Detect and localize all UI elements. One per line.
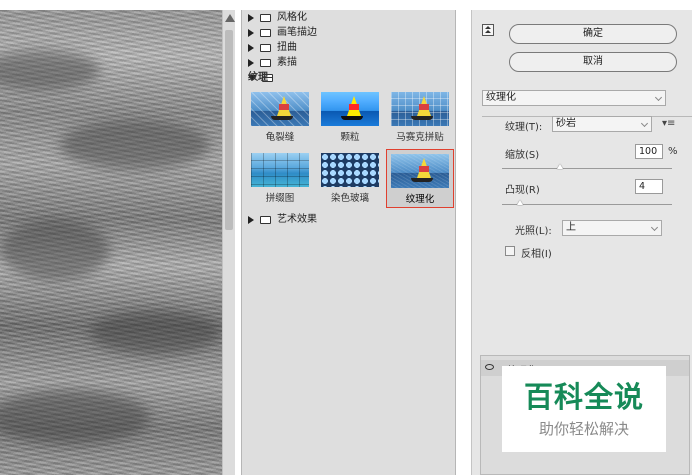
scaling-slider[interactable] — [502, 164, 672, 169]
texture-label: 纹理(T): — [505, 122, 543, 133]
folder-icon — [260, 58, 271, 67]
ok-button[interactable]: 确定 — [509, 24, 677, 44]
scaling-slider-knob[interactable] — [557, 164, 563, 169]
filter-gallery: 风格化 画笔描边 扭曲 素描 纹理 龟裂缝 颗粒 马赛克拼贴 拼缀图 染色玻璃 … — [241, 10, 456, 475]
thumb-label: 纹理化 — [405, 194, 435, 205]
scroll-up-icon[interactable] — [225, 14, 235, 22]
expand-arrow-icon — [248, 13, 254, 22]
category-label: 纹理 — [248, 72, 268, 83]
craquelure-preview — [251, 92, 309, 126]
category-label: 风格化 — [277, 12, 307, 23]
thumb-label: 拼缀图 — [265, 193, 295, 204]
thumb-label: 马赛克拼贴 — [396, 132, 444, 143]
texture-shadow — [60, 120, 210, 170]
thumb-mosaic-tiles[interactable]: 马赛克拼贴 — [386, 88, 454, 147]
category-label: 艺术效果 — [277, 214, 317, 225]
category-artistic[interactable]: 艺术效果 — [242, 212, 455, 227]
folder-icon — [260, 215, 271, 224]
expand-arrow-icon — [248, 28, 254, 37]
expand-arrow-icon — [248, 215, 254, 224]
preview-scrollbar[interactable] — [222, 10, 235, 475]
grain-preview — [321, 92, 379, 126]
texture-thumbnails: 龟裂缝 颗粒 马赛克拼贴 拼缀图 染色玻璃 纹理化 — [242, 85, 455, 210]
patchwork-preview — [251, 153, 309, 187]
thumb-craquelure[interactable]: 龟裂缝 — [246, 88, 314, 147]
mosaic-tiles-preview — [391, 92, 449, 126]
thumb-label: 染色玻璃 — [330, 193, 369, 204]
folder-icon — [260, 28, 271, 37]
expand-arrow-icon — [248, 58, 254, 67]
category-label: 画笔描边 — [277, 27, 317, 38]
texture-shadow — [0, 220, 110, 280]
thumb-label: 颗粒 — [340, 132, 360, 143]
chevron-down-icon — [650, 223, 659, 232]
folder-icon — [260, 13, 271, 22]
thumb-patchwork[interactable]: 拼缀图 — [246, 149, 314, 208]
category-sketch[interactable]: 素描 — [242, 55, 455, 70]
light-select[interactable]: 上 — [562, 220, 662, 236]
category-label: 素描 — [277, 57, 297, 68]
thumb-texturizer[interactable]: 纹理化 — [386, 149, 454, 208]
scaling-label: 缩放(S) — [505, 150, 540, 161]
category-texture[interactable]: 纹理 — [242, 70, 455, 85]
stained-glass-preview — [321, 153, 379, 187]
category-distort[interactable]: 扭曲 — [242, 40, 455, 55]
scroll-thumb[interactable] — [225, 30, 233, 230]
texture-shadow — [0, 390, 150, 445]
collapse-gallery-icon[interactable] — [482, 24, 494, 36]
watermark-subtitle: 助你轻松解决 — [538, 419, 629, 438]
texturizer-preview — [391, 154, 449, 188]
invert-checkbox[interactable] — [505, 246, 515, 256]
expand-arrow-icon — [248, 43, 254, 52]
filter-select[interactable]: 纹理化 — [482, 90, 666, 106]
watermark-title: 百科全说 — [523, 379, 644, 414]
texture-select[interactable]: 砂岩 — [552, 116, 652, 132]
chevron-down-icon — [640, 119, 649, 128]
filter-select-value: 纹理化 — [486, 92, 516, 103]
category-brush-strokes[interactable]: 画笔描边 — [242, 25, 455, 40]
cancel-button[interactable]: 取消 — [509, 52, 677, 72]
texture-shadow — [0, 50, 100, 90]
watermark: 百科全说 助你轻松解决 — [502, 366, 666, 452]
filter-preview-canvas[interactable] — [0, 10, 222, 475]
light-select-value: 上 — [566, 222, 576, 233]
texture-menu-icon[interactable]: ▾≡ — [662, 118, 675, 129]
relief-label: 凸现(R) — [505, 185, 540, 196]
scaling-input[interactable]: 100 — [635, 144, 663, 159]
thumb-grain[interactable]: 颗粒 — [316, 88, 384, 147]
thumb-stained-glass[interactable]: 染色玻璃 — [316, 149, 384, 208]
category-stylize[interactable]: 风格化 — [242, 10, 455, 25]
invert-label: 反相(I) — [521, 249, 552, 260]
scaling-unit: % — [668, 146, 678, 157]
chevron-down-icon — [654, 93, 663, 102]
relief-input[interactable]: 4 — [635, 179, 663, 194]
texture-shadow — [90, 310, 220, 355]
thumb-label: 龟裂缝 — [265, 132, 295, 143]
relief-slider[interactable] — [502, 200, 672, 205]
eye-icon[interactable] — [485, 364, 494, 370]
relief-slider-knob[interactable] — [517, 200, 523, 205]
texture-select-value: 砂岩 — [556, 118, 576, 129]
folder-icon — [260, 43, 271, 52]
category-label: 扭曲 — [277, 42, 297, 53]
light-label: 光照(L): — [515, 226, 552, 237]
